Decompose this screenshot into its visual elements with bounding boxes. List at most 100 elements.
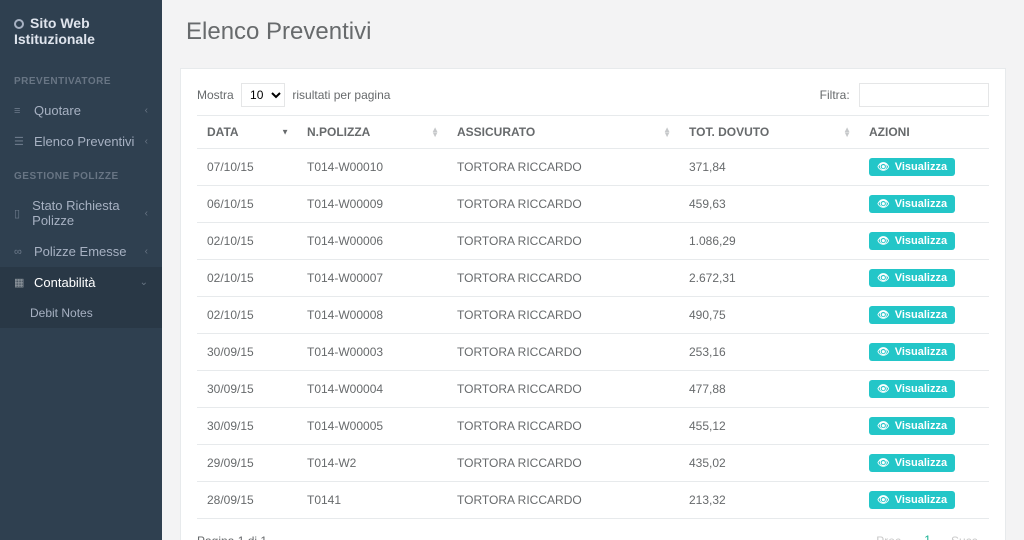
cell-dovuto: 459,63 <box>679 186 859 223</box>
filter-input[interactable] <box>859 83 989 107</box>
view-button-label: Visualizza <box>895 235 947 247</box>
sidebar: Sito Web Istituzionale PREVENTIVATORE ≡Q… <box>0 0 162 540</box>
eye-icon: 👁 <box>877 384 890 395</box>
cell-azioni: 👁 Visualizza <box>859 149 989 186</box>
cell-assicurato: TORTORA RICCARDO <box>447 371 679 408</box>
sidebar-item-label: Contabilità <box>34 275 95 290</box>
view-button[interactable]: 👁Visualizza <box>869 343 955 361</box>
view-button-label: Visualizza <box>895 198 947 210</box>
cell-polizza: T014-W00007 <box>297 260 447 297</box>
cell-polizza: T014-W00008 <box>297 297 447 334</box>
filter-control: Filtra: <box>820 83 989 107</box>
table-row: 02/10/15T014-W00007TORTORA RICCARDO2.672… <box>197 260 989 297</box>
cell-polizza: T0141 <box>297 482 447 519</box>
cell-data: 02/10/15 <box>197 297 297 334</box>
brand[interactable]: Sito Web Istituzionale <box>0 0 162 62</box>
brand-label: Sito Web Istituzionale <box>14 15 95 47</box>
cell-polizza: T014-W00003 <box>297 334 447 371</box>
cell-polizza: T014-W00010 <box>297 149 447 186</box>
sidebar-item-label: Polizze Emesse <box>34 244 126 259</box>
cell-assicurato: TORTORA RICCARDO <box>447 297 679 334</box>
pager-page-1[interactable]: 1 <box>916 529 939 540</box>
sidebar-item-stato-richiesta[interactable]: ▯Stato Richiesta Polizze ‹ <box>0 190 162 236</box>
page-title: Elenco Preventivi <box>162 0 1024 58</box>
list-icon: ☰ <box>14 135 26 148</box>
pager-prev[interactable]: Prec. <box>868 530 912 540</box>
sidebar-item-label: Elenco Preventivi <box>34 134 134 149</box>
eye-icon: 👁 <box>877 273 890 284</box>
eye-icon: 👁 <box>877 199 890 210</box>
table-row: 30/09/15T014-W00005TORTORA RICCARDO455,1… <box>197 408 989 445</box>
eye-icon: 👁 <box>877 236 890 247</box>
cell-data: 02/10/15 <box>197 260 297 297</box>
cell-dovuto: 490,75 <box>679 297 859 334</box>
col-assicurato[interactable]: ASSICURATO▲▼ <box>447 116 679 149</box>
eye-icon: 👁 <box>877 458 890 469</box>
view-button-label: Visualizza <box>895 161 947 173</box>
cell-polizza: T014-W2 <box>297 445 447 482</box>
cell-dovuto: 2.672,31 <box>679 260 859 297</box>
view-button[interactable]: 👁 Visualizza <box>869 158 955 176</box>
table-row: 29/09/15T014-W2TORTORA RICCARDO435,02👁Vi… <box>197 445 989 482</box>
link-icon: ∞ <box>14 246 26 258</box>
cell-azioni: 👁Visualizza <box>859 334 989 371</box>
sidebar-item-quotare[interactable]: ≡Quotare ‹ <box>0 95 162 126</box>
view-button[interactable]: 👁 Visualizza <box>869 195 955 213</box>
view-button[interactable]: 👁Visualizza <box>869 417 955 435</box>
table-row: 07/10/15T014-W00010TORTORA RICCARDO371,8… <box>197 149 989 186</box>
view-button-label: Visualizza <box>895 309 947 321</box>
page-size-select[interactable]: 10 <box>241 83 285 107</box>
col-data[interactable]: DATA▼ <box>197 116 297 149</box>
show-prefix: Mostra <box>197 88 234 102</box>
view-button-label: Visualizza <box>895 420 947 432</box>
table-row: 30/09/15T014-W00004TORTORA RICCARDO477,8… <box>197 371 989 408</box>
eye-icon: 👁 <box>877 162 890 173</box>
cell-data: 02/10/15 <box>197 223 297 260</box>
cell-dovuto: 477,88 <box>679 371 859 408</box>
view-button[interactable]: 👁 Visualizza <box>869 380 955 398</box>
sidebar-section-preventivatore: PREVENTIVATORE <box>0 62 162 95</box>
preventivi-table: DATA▼ N.POLIZZA▲▼ ASSICURATO▲▼ TOT. DOVU… <box>197 115 989 519</box>
cell-azioni: 👁Visualizza <box>859 482 989 519</box>
cell-dovuto: 1.086,29 <box>679 223 859 260</box>
cell-data: 29/09/15 <box>197 445 297 482</box>
cell-dovuto: 435,02 <box>679 445 859 482</box>
eye-icon: 👁 <box>877 310 890 321</box>
view-button[interactable]: 👁Visualizza <box>869 454 955 472</box>
cell-azioni: 👁Visualizza <box>859 408 989 445</box>
cell-polizza: T014-W00009 <box>297 186 447 223</box>
pager-next[interactable]: Succ. <box>943 530 989 540</box>
cell-assicurato: TORTORA RICCARDO <box>447 334 679 371</box>
sidebar-item-elenco-preventivi[interactable]: ☰Elenco Preventivi ‹ <box>0 126 162 157</box>
chevron-left-icon: ‹ <box>145 246 148 257</box>
cell-assicurato: TORTORA RICCARDO <box>447 260 679 297</box>
cell-assicurato: TORTORA RICCARDO <box>447 149 679 186</box>
cell-polizza: T014-W00005 <box>297 408 447 445</box>
pager: Prec. 1 Succ. <box>868 529 989 540</box>
col-polizza[interactable]: N.POLIZZA▲▼ <box>297 116 447 149</box>
cell-data: 30/09/15 <box>197 334 297 371</box>
sidebar-item-contabilita[interactable]: ▦Contabilità ⌄ <box>0 267 162 298</box>
chevron-down-icon: ⌄ <box>140 277 148 288</box>
cell-assicurato: TORTORA RICCARDO <box>447 186 679 223</box>
cell-polizza: T014-W00004 <box>297 371 447 408</box>
table-row: 28/09/15T0141TORTORA RICCARDO213,32👁Visu… <box>197 482 989 519</box>
sidebar-item-polizze-emesse[interactable]: ∞ Polizze Emesse ‹ <box>0 236 162 267</box>
cell-data: 30/09/15 <box>197 371 297 408</box>
table-row: 02/10/15T014-W00008TORTORA RICCARDO490,7… <box>197 297 989 334</box>
cell-assicurato: TORTORA RICCARDO <box>447 223 679 260</box>
view-button[interactable]: 👁Visualizza <box>869 491 955 509</box>
cell-azioni: 👁Visualizza <box>859 260 989 297</box>
cell-data: 28/09/15 <box>197 482 297 519</box>
cell-azioni: 👁 Visualizza <box>859 371 989 408</box>
view-button[interactable]: 👁Visualizza <box>869 269 955 287</box>
view-button-label: Visualizza <box>895 383 947 395</box>
sort-icon: ▲▼ <box>663 127 671 137</box>
view-button[interactable]: 👁 Visualizza <box>869 306 955 324</box>
col-dovuto[interactable]: TOT. DOVUTO▲▼ <box>679 116 859 149</box>
view-button[interactable]: 👁 Visualizza <box>869 232 955 250</box>
sidebar-item-debit-notes[interactable]: Debit Notes <box>0 298 162 328</box>
chevron-left-icon: ‹ <box>145 105 148 116</box>
sidebar-submenu: Debit Notes <box>0 298 162 328</box>
sidebar-item-label: Stato Richiesta Polizze <box>32 198 145 228</box>
